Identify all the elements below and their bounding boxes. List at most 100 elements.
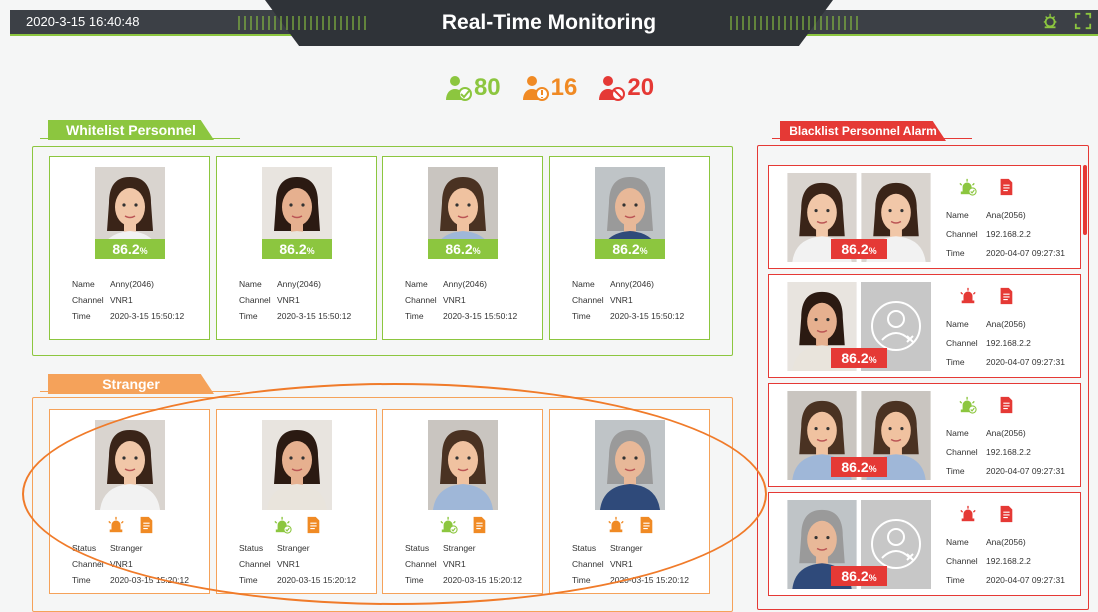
face-photo <box>262 420 332 510</box>
match-score: 86.2% <box>428 239 498 259</box>
channel-row: Channel VNR1 <box>239 295 300 305</box>
whitelist-card[interactable]: 86.2% Name Anny(2046) Channel VNR1 Time 202… <box>549 156 710 340</box>
alarm-red-icon[interactable] <box>959 505 977 523</box>
report-icon[interactable] <box>997 505 1015 523</box>
card-actions <box>107 516 155 534</box>
report-icon[interactable] <box>137 516 155 534</box>
blacklist-alarm-card[interactable]: 86.2% Name Ana(2056) Channel 192.168.2.2 T… <box>768 274 1081 378</box>
blacklist-count: 20 <box>627 74 655 101</box>
alarm-ok-icon[interactable] <box>440 516 458 534</box>
time-row: Time 2020-3-15 15:50:12 <box>239 311 352 321</box>
status-value: Stranger <box>443 543 476 553</box>
face-photo <box>428 420 498 510</box>
whitelist-card[interactable]: 86.2% Name Anny(2046) Channel VNR1 Time 202… <box>49 156 210 340</box>
time-value: 2020-03-15 15:20:12 <box>610 575 689 585</box>
match-score: 86.2% <box>595 239 665 259</box>
channel-value: VNR1 <box>443 559 466 569</box>
alarm-ok-icon[interactable] <box>959 396 977 414</box>
channel-row: Channel 192.168.2.2 <box>946 447 1031 457</box>
report-icon[interactable] <box>997 178 1015 196</box>
stranger-card[interactable]: Status Stranger Channel VNR1 Time 2020-03-1… <box>382 409 543 594</box>
stranger-card[interactable]: Status Stranger Channel VNR1 Time 2020-03-1… <box>49 409 210 594</box>
status-value: Stranger <box>277 543 310 553</box>
time-row: Time 2020-03-15 15:20:12 <box>405 575 522 585</box>
time-value: 2020-3-15 15:50:12 <box>443 311 518 321</box>
channel-value: VNR1 <box>110 559 133 569</box>
channel-value: VNR1 <box>610 559 633 569</box>
stranger-section-title: Stranger <box>48 374 214 394</box>
blacklist-alarm-card[interactable]: 86.2% Name Ana(2056) Channel 192.168.2.2 T… <box>768 383 1081 487</box>
channel-value: VNR1 <box>443 295 466 305</box>
channel-value: VNR1 <box>110 295 133 305</box>
card-actions <box>959 178 1015 196</box>
time-row: Time 2020-3-15 15:50:12 <box>572 311 685 321</box>
stranger-person-icon <box>522 76 549 101</box>
header-bar: 2020-3-15 16:40:48 Real-Time Monitoring <box>0 0 1098 46</box>
alarm-ok-icon[interactable] <box>959 178 977 196</box>
time-row: Time 2020-3-15 15:50:12 <box>405 311 518 321</box>
channel-value: 192.168.2.2 <box>986 338 1031 348</box>
alarm-icon[interactable] <box>107 516 125 534</box>
whitelist-person-icon <box>445 76 472 101</box>
match-score: 86.2% <box>831 348 887 368</box>
time-row: Time 2020-04-07 09:27:31 <box>946 575 1065 585</box>
time-value: 2020-3-15 15:50:12 <box>610 311 685 321</box>
alarm-red-icon[interactable] <box>959 287 977 305</box>
time-row: Time 2020-04-07 09:27:31 <box>946 466 1065 476</box>
name-row: Name Anny(2046) <box>572 279 654 289</box>
channel-row: Channel VNR1 <box>72 559 133 569</box>
person-name: Ana(2056) <box>986 537 1026 547</box>
report-icon[interactable] <box>997 287 1015 305</box>
channel-row: Channel VNR1 <box>572 559 633 569</box>
time-row: Time 2020-04-07 09:27:31 <box>946 357 1065 367</box>
blacklist-section-title: Blacklist Personnel Alarm <box>780 121 946 141</box>
person-name: Anny(2046) <box>610 279 654 289</box>
channel-value: VNR1 <box>610 295 633 305</box>
channel-row: Channel VNR1 <box>572 295 633 305</box>
gear-alert-icon[interactable] <box>1042 12 1060 30</box>
whitelist-card[interactable]: 86.2% Name Anny(2046) Channel VNR1 Time 202… <box>216 156 377 340</box>
match-score: 86.2% <box>831 457 887 477</box>
blacklist-alarm-card[interactable]: 86.2% Name Ana(2056) Channel 192.168.2.2 T… <box>768 165 1081 269</box>
blacklist-scrollbar[interactable] <box>1083 165 1087 235</box>
stranger-card[interactable]: Status Stranger Channel VNR1 Time 2020-03-1… <box>549 409 710 594</box>
match-score: 86.2% <box>262 239 332 259</box>
stranger-count: 16 <box>550 74 578 101</box>
report-icon[interactable] <box>637 516 655 534</box>
status-row: Status Stranger <box>72 543 143 553</box>
name-row: Name Ana(2056) <box>946 537 1026 547</box>
report-icon[interactable] <box>997 396 1015 414</box>
person-name: Ana(2056) <box>986 210 1026 220</box>
match-score: 86.2% <box>831 239 887 259</box>
status-row: Status Stranger <box>572 543 643 553</box>
report-icon[interactable] <box>304 516 322 534</box>
card-actions <box>607 516 655 534</box>
face-photo <box>95 420 165 510</box>
time-value: 2020-04-07 09:27:31 <box>986 357 1065 367</box>
whitelist-card[interactable]: 86.2% Name Anny(2046) Channel VNR1 Time 202… <box>382 156 543 340</box>
stranger-card[interactable]: Status Stranger Channel VNR1 Time 2020-03-1… <box>216 409 377 594</box>
time-row: Time 2020-04-07 09:27:31 <box>946 248 1065 258</box>
blacklist-stat: 20 <box>597 74 654 102</box>
blacklist-person-icon <box>599 76 626 101</box>
time-value: 2020-04-07 09:27:31 <box>986 248 1065 258</box>
name-row: Name Ana(2056) <box>946 210 1026 220</box>
channel-value: 192.168.2.2 <box>986 447 1031 457</box>
match-score: 86.2% <box>831 566 887 586</box>
time-value: 2020-03-15 15:20:12 <box>443 575 522 585</box>
channel-row: Channel VNR1 <box>239 559 300 569</box>
channel-row: Channel VNR1 <box>72 295 133 305</box>
status-row: Status Stranger <box>405 543 476 553</box>
blacklist-alarm-card[interactable]: 86.2% Name Ana(2056) Channel 192.168.2.2 T… <box>768 492 1081 596</box>
channel-value: VNR1 <box>277 559 300 569</box>
whitelist-section-title: Whitelist Personnel <box>48 120 214 140</box>
time-value: 2020-03-15 15:20:12 <box>110 575 189 585</box>
alarm-ok-icon[interactable] <box>274 516 292 534</box>
person-name: Ana(2056) <box>986 319 1026 329</box>
report-icon[interactable] <box>470 516 488 534</box>
card-actions <box>959 396 1015 414</box>
fullscreen-icon[interactable] <box>1074 12 1092 30</box>
alarm-icon[interactable] <box>607 516 625 534</box>
whitelist-stat: 80 <box>444 74 501 102</box>
name-row: Name Anny(2046) <box>405 279 487 289</box>
